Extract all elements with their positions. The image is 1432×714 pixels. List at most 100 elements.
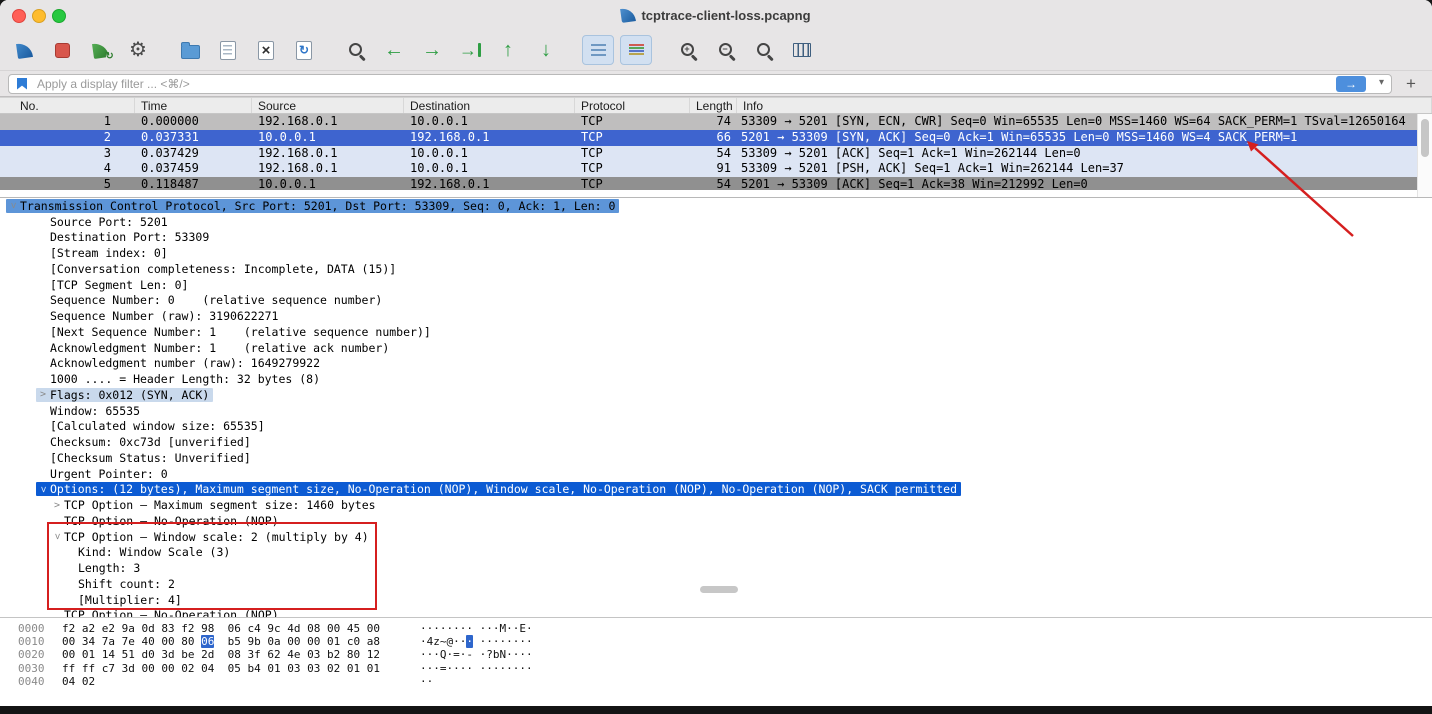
ascii-char[interactable]: · <box>506 622 513 635</box>
ascii-char[interactable]: · <box>526 622 533 635</box>
hex-byte[interactable]: 00 <box>287 635 300 648</box>
ascii-char[interactable]: · <box>433 662 440 675</box>
ascii-char[interactable]: · <box>420 648 427 661</box>
restart-capture-button[interactable] <box>84 35 116 65</box>
hex-byte[interactable]: 2d <box>201 648 214 661</box>
hex-byte[interactable]: 83 <box>161 622 174 635</box>
hex-byte[interactable]: 3d <box>161 648 174 661</box>
hex-byte[interactable]: a8 <box>367 635 380 648</box>
hex-byte[interactable]: b2 <box>327 648 340 661</box>
hex-byte[interactable]: 00 <box>161 635 174 648</box>
column-header-info[interactable]: Info <box>737 98 1432 113</box>
hex-byte[interactable]: 00 <box>142 662 155 675</box>
hex-byte[interactable]: 80 <box>347 648 360 661</box>
hex-byte[interactable]: 3d <box>122 662 135 675</box>
hex-byte[interactable]: e2 <box>102 622 115 635</box>
column-header-source[interactable]: Source <box>252 98 404 113</box>
detail-line[interactable]: > Transmission Control Protocol, Src Port… <box>0 198 1432 214</box>
detail-line[interactable]: Window: 65535 <box>0 403 1432 419</box>
ascii-char[interactable]: · <box>433 622 440 635</box>
hex-byte[interactable]: 80 <box>181 635 194 648</box>
detail-line[interactable]: [Checksum Status: Unverified] <box>0 450 1432 466</box>
hex-byte[interactable]: 00 <box>62 635 75 648</box>
ascii-char[interactable]: · <box>453 622 460 635</box>
detail-line[interactable]: [Conversation completeness: Incomplete, … <box>0 261 1432 277</box>
ascii-char[interactable]: · <box>466 635 473 649</box>
hex-byte[interactable]: 14 <box>102 648 115 661</box>
hex-byte[interactable]: 01 <box>347 662 360 675</box>
ascii-char[interactable]: · <box>453 635 460 648</box>
detail-line[interactable]: > Options: (12 bytes), Maximum segment si… <box>0 482 1432 498</box>
hex-byte[interactable]: 34 <box>82 635 95 648</box>
hex-byte[interactable]: 40 <box>142 635 155 648</box>
hex-byte[interactable]: c7 <box>102 662 115 675</box>
hex-byte[interactable]: d0 <box>142 648 155 661</box>
column-header-protocol[interactable]: Protocol <box>575 98 690 113</box>
hex-byte[interactable]: 00 <box>327 622 340 635</box>
ascii-char[interactable]: · <box>519 635 526 648</box>
hex-byte[interactable]: 9a <box>122 622 135 635</box>
open-file-button[interactable] <box>174 35 206 65</box>
hex-byte[interactable]: 04 <box>201 662 214 675</box>
hex-byte[interactable]: 4d <box>287 622 300 635</box>
hex-byte[interactable]: 62 <box>267 648 280 661</box>
hex-byte[interactable]: 51 <box>122 648 135 661</box>
hex-byte[interactable]: b5 <box>228 635 241 648</box>
hex-byte[interactable]: 05 <box>228 662 241 675</box>
detail-line[interactable]: Urgent Pointer: 0 <box>0 466 1432 482</box>
ascii-char[interactable]: · <box>506 662 513 675</box>
hex-byte[interactable]: 0d <box>142 622 155 635</box>
ascii-char[interactable]: · <box>506 648 513 661</box>
detail-line[interactable]: > Flags: 0x012 (SYN, ACK) <box>0 387 1432 403</box>
hex-byte[interactable]: 0a <box>267 635 280 648</box>
ascii-char[interactable]: - <box>466 648 473 661</box>
ascii-char[interactable]: z <box>433 635 440 648</box>
go-back-button[interactable] <box>378 35 410 65</box>
detail-line[interactable]: Acknowledgment number (raw): 1649279922 <box>0 356 1432 372</box>
ascii-char[interactable]: · <box>420 662 427 675</box>
ascii-char[interactable]: · <box>420 635 427 648</box>
hex-byte[interactable]: 12 <box>367 648 380 661</box>
hex-byte[interactable]: f2 <box>62 622 75 635</box>
ascii-char[interactable]: · <box>466 662 473 675</box>
ascii-char[interactable]: · <box>519 662 526 675</box>
detail-line[interactable]: [Next Sequence Number: 1 (relative seque… <box>0 324 1432 340</box>
hex-byte[interactable]: 06 <box>228 622 241 635</box>
hex-byte[interactable]: 03 <box>287 662 300 675</box>
packet-row[interactable]: 4 0.037459 192.168.0.1 10.0.0.1 TCP 91 53309 →… <box>0 161 1417 178</box>
hex-byte[interactable]: 03 <box>307 648 320 661</box>
ascii-char[interactable]: · <box>493 635 500 648</box>
hex-byte[interactable]: 3f <box>248 648 261 661</box>
close-file-button[interactable] <box>250 35 282 65</box>
ascii-char[interactable]: ? <box>486 648 493 661</box>
add-filter-button[interactable]: + <box>1400 74 1422 94</box>
detail-line[interactable]: Acknowledgment Number: 1 (relative ack n… <box>0 340 1432 356</box>
detail-line[interactable]: Destination Port: 53309 <box>0 230 1432 246</box>
packet-row[interactable]: 5 0.118487 10.0.0.1 192.168.0.1 TCP 54 5201 → … <box>0 177 1417 191</box>
ascii-char[interactable]: = <box>453 648 460 661</box>
ascii-char[interactable]: · <box>440 622 447 635</box>
ascii-char[interactable]: · <box>427 675 434 688</box>
expander-right-icon[interactable]: > <box>36 389 50 400</box>
filter-dropdown-button[interactable]: ▾ <box>1379 77 1384 88</box>
hex-byte[interactable]: a2 <box>82 622 95 635</box>
start-capture-button[interactable] <box>8 35 40 65</box>
ascii-char[interactable]: · <box>519 648 526 661</box>
hex-byte[interactable]: be <box>181 648 194 661</box>
ascii-char[interactable]: b <box>493 648 500 661</box>
packet-row[interactable]: 3 0.037429 192.168.0.1 10.0.0.1 TCP 54 53309 →… <box>0 145 1417 162</box>
hex-byte[interactable]: ff <box>82 662 95 675</box>
ascii-char[interactable]: · <box>433 648 440 661</box>
auto-scroll-button[interactable] <box>582 35 614 65</box>
hex-byte[interactable]: 01 <box>367 662 380 675</box>
hex-byte[interactable]: 00 <box>161 662 174 675</box>
hex-byte[interactable]: 02 <box>181 662 194 675</box>
detail-line[interactable]: > TCP Option – Maximum segment size: 1460… <box>0 497 1432 513</box>
hex-byte[interactable]: 7a <box>102 635 115 648</box>
hex-byte[interactable]: 98 <box>201 622 214 635</box>
go-to-packet-button[interactable] <box>454 35 486 65</box>
hex-byte[interactable]: 03 <box>307 662 320 675</box>
hex-byte[interactable]: ff <box>62 662 75 675</box>
save-file-button[interactable] <box>212 35 244 65</box>
expander-right-icon[interactable]: > <box>50 500 64 511</box>
